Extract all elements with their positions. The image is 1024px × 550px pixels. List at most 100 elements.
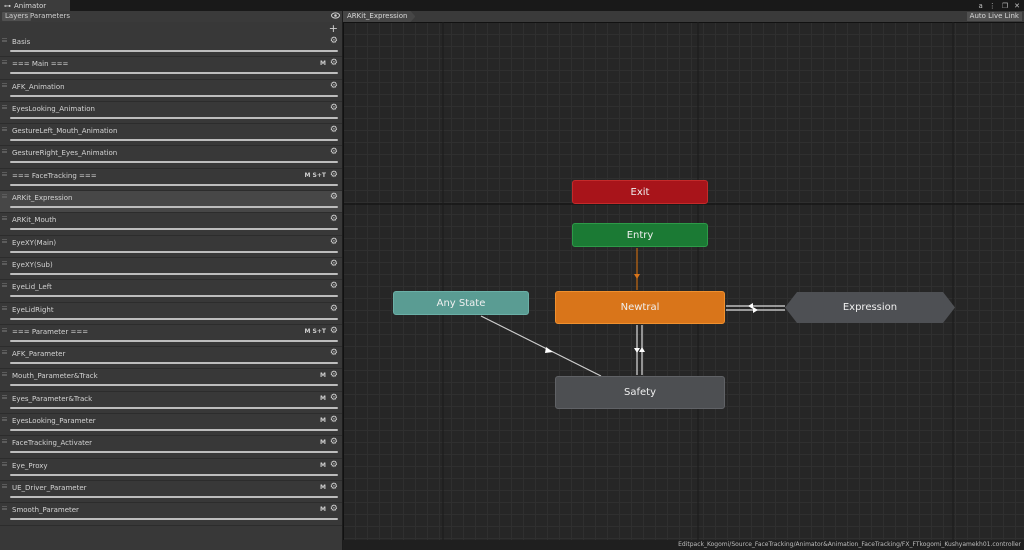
gear-icon[interactable]: ⚙ (330, 125, 338, 135)
layer-row[interactable]: === Parameter === M S+T ⚙ (0, 325, 342, 348)
layer-row[interactable]: GestureRight_Eyes_Animation ⚙ (0, 146, 342, 169)
drag-handle-icon[interactable] (2, 149, 7, 154)
breadcrumb[interactable]: ARKit_Expression (343, 11, 415, 22)
layer-row[interactable]: EyeLid_Left ⚙ (0, 280, 342, 303)
layer-weight-bar[interactable] (10, 139, 338, 142)
gear-icon[interactable]: ⚙ (330, 393, 338, 403)
layer-weight-bar[interactable] (10, 429, 338, 432)
gear-icon[interactable]: ⚙ (330, 415, 338, 425)
layer-row[interactable]: UE_Driver_Parameter M ⚙ (0, 481, 342, 504)
drag-handle-icon[interactable] (2, 171, 7, 176)
layer-weight-bar[interactable] (10, 228, 338, 231)
layer-weight-bar[interactable] (10, 495, 338, 498)
layer-row[interactable]: Smooth_Parameter M ⚙ (0, 503, 342, 526)
layer-weight-bar[interactable] (10, 94, 338, 97)
layer-weight-bar[interactable] (10, 183, 338, 186)
drag-handle-icon[interactable] (2, 461, 7, 466)
drag-handle-icon[interactable] (2, 60, 7, 65)
gear-icon[interactable]: ⚙ (330, 482, 338, 492)
layer-weight-bar[interactable] (10, 161, 338, 164)
gear-icon[interactable]: ⚙ (330, 504, 338, 514)
layer-weight-bar[interactable] (10, 406, 338, 409)
layer-weight-bar[interactable] (10, 295, 338, 298)
layer-weight-bar[interactable] (10, 384, 338, 387)
drag-handle-icon[interactable] (2, 327, 7, 332)
layer-weight-bar[interactable] (10, 317, 338, 320)
gear-icon[interactable]: ⚙ (330, 304, 338, 314)
layer-weight-bar[interactable] (10, 473, 338, 476)
layer-row[interactable]: ARKit_Mouth ⚙ (0, 213, 342, 236)
layer-weight-bar[interactable] (10, 206, 338, 209)
layer-row[interactable]: AFK_Parameter ⚙ (0, 347, 342, 370)
gear-icon[interactable]: ⚙ (330, 348, 338, 358)
drag-handle-icon[interactable] (2, 439, 7, 444)
drag-handle-icon[interactable] (2, 38, 7, 42)
layer-weight-bar[interactable] (10, 339, 338, 342)
layer-row[interactable]: GestureLeft_Mouth_Animation ⚙ (0, 124, 342, 147)
drag-handle-icon[interactable] (2, 238, 7, 243)
eye-icon[interactable] (331, 11, 340, 22)
layer-row[interactable]: EyeLidRight ⚙ (0, 303, 342, 325)
layer-row[interactable]: EyeXY(Sub) ⚙ (0, 258, 342, 281)
gear-icon[interactable]: ⚙ (330, 281, 338, 291)
gear-icon[interactable]: ⚙ (330, 147, 338, 157)
layer-row[interactable]: Basis ⚙ (0, 35, 342, 58)
drag-handle-icon[interactable] (2, 260, 7, 265)
drag-handle-icon[interactable] (2, 417, 7, 422)
layer-row[interactable]: EyesLooking_Parameter M ⚙ (0, 414, 342, 437)
state-any-state[interactable]: Any State (393, 291, 529, 315)
tab-parameters[interactable]: Parameters (27, 12, 73, 21)
lock-icon[interactable]: a (979, 2, 983, 10)
layer-weight-bar[interactable] (10, 272, 338, 275)
layer-row[interactable]: EyeXY(Main) ⚙ (0, 236, 342, 258)
layer-row[interactable]: Mouth_Parameter&Track M ⚙ (0, 369, 342, 392)
close-icon[interactable]: ✕ (1014, 2, 1020, 10)
gear-icon[interactable]: ⚙ (330, 192, 338, 202)
gear-icon[interactable]: ⚙ (330, 370, 338, 380)
drag-handle-icon[interactable] (2, 283, 7, 288)
state-machine-expression[interactable]: Expression (785, 292, 955, 323)
more-options-icon[interactable]: ⋮ (989, 2, 996, 10)
auto-live-link-button[interactable]: Auto Live Link (966, 12, 1022, 21)
layer-weight-bar[interactable] (10, 451, 338, 454)
gear-icon[interactable]: ⚙ (330, 36, 338, 46)
gear-icon[interactable]: ⚙ (330, 259, 338, 269)
state-safety[interactable]: Safety (555, 376, 725, 409)
layer-row[interactable]: AFK_Animation ⚙ (0, 80, 342, 102)
drag-handle-icon[interactable] (2, 194, 7, 199)
gear-icon[interactable]: ⚙ (330, 58, 338, 68)
drag-handle-icon[interactable] (2, 82, 7, 87)
state-machine-graph[interactable]: Exit Entry Any State Newtral Safety Expr… (343, 22, 1024, 540)
layer-row[interactable]: Eyes_Parameter&Track M ⚙ (0, 392, 342, 415)
transition-any-safety[interactable] (480, 315, 602, 377)
drag-handle-icon[interactable] (2, 216, 7, 221)
drag-handle-icon[interactable] (2, 506, 7, 511)
layer-row[interactable]: === Main === M ⚙ (0, 57, 342, 80)
layer-weight-bar[interactable] (10, 72, 338, 75)
layer-weight-bar[interactable] (10, 116, 338, 119)
gear-icon[interactable]: ⚙ (330, 170, 338, 180)
layer-weight-bar[interactable] (10, 518, 338, 521)
add-layer-button[interactable]: + (329, 23, 338, 34)
animator-window-tab[interactable]: ⊶ Animator (0, 0, 70, 11)
gear-icon[interactable]: ⚙ (330, 81, 338, 91)
drag-handle-icon[interactable] (2, 104, 7, 109)
layer-weight-bar[interactable] (10, 250, 338, 253)
layer-row[interactable]: FaceTracking_Activater M ⚙ (0, 436, 342, 459)
drag-handle-icon[interactable] (2, 350, 7, 355)
layer-row[interactable]: === FaceTracking === M S+T ⚙ (0, 169, 342, 192)
drag-handle-icon[interactable] (2, 394, 7, 399)
gear-icon[interactable]: ⚙ (330, 103, 338, 113)
layer-row[interactable]: ARKit_Expression ⚙ (0, 191, 342, 214)
layer-row[interactable]: EyesLooking_Animation ⚙ (0, 102, 342, 125)
gear-icon[interactable]: ⚙ (330, 460, 338, 470)
layer-weight-bar[interactable] (10, 362, 338, 365)
drag-handle-icon[interactable] (2, 372, 7, 377)
state-exit[interactable]: Exit (572, 180, 708, 204)
drag-handle-icon[interactable] (2, 305, 7, 310)
drag-handle-icon[interactable] (2, 127, 7, 132)
gear-icon[interactable]: ⚙ (330, 326, 338, 336)
layer-weight-bar[interactable] (10, 50, 338, 52)
state-entry[interactable]: Entry (572, 223, 708, 247)
layer-row[interactable]: Eye_Proxy M ⚙ (0, 459, 342, 481)
